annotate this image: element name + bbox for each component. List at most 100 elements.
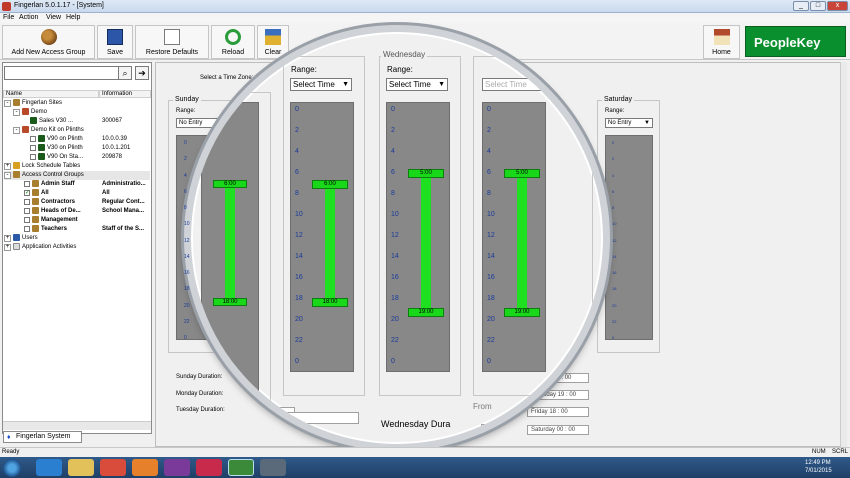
tree-node[interactable]: - Demo Kit on Plinths: [4, 126, 150, 135]
tuesday-field[interactable]: Tuesday 0: [249, 412, 359, 424]
tab-icon: ♦: [7, 434, 11, 441]
tree-node[interactable]: Admin Staff Administratio...: [4, 180, 150, 189]
ie-icon[interactable]: [36, 459, 62, 476]
explorer-icon[interactable]: [68, 459, 94, 476]
tree-node[interactable]: V30 on Plinth 10.0.1.201: [4, 144, 150, 153]
tree-node[interactable]: - Fingerlan Sites: [4, 99, 150, 108]
slider-tick-label: 20: [295, 316, 303, 323]
day2-select-time[interactable]: Select Time ▼: [290, 78, 352, 91]
thursday-bar: [517, 172, 527, 314]
tree-node[interactable]: Teachers Staff of the S...: [4, 225, 150, 234]
chrome-icon[interactable]: [100, 459, 126, 476]
floppy-disk-icon: [107, 29, 123, 45]
menu-help[interactable]: Help: [66, 14, 80, 21]
sunday-zoomed-end[interactable]: 18:00: [213, 298, 247, 306]
tree-node[interactable]: Sales V30 ... 300067: [4, 117, 150, 126]
slider-tick-label: 18: [295, 295, 303, 302]
slider-tick-label: 12: [295, 232, 303, 239]
horizontal-scrollbar[interactable]: [3, 421, 151, 430]
wednesday-select-time[interactable]: Select Time ▼: [386, 78, 448, 91]
device-icon: [38, 153, 45, 160]
wednesday-range-label: Range:: [387, 65, 413, 74]
day2-end[interactable]: 18:00: [312, 298, 348, 307]
slider-tick-label: 14: [295, 253, 303, 260]
day2-bar: [325, 182, 335, 304]
group-icon: [13, 171, 20, 178]
column-header-information[interactable]: Information: [99, 90, 151, 98]
sites-icon: [13, 99, 20, 106]
tab-fingerlan-system[interactable]: ♦ Fingerlan System: [3, 431, 82, 443]
slider-tick-label: 16: [487, 274, 495, 281]
slider-tick-label: 0: [391, 106, 395, 113]
users-icon: [13, 234, 20, 241]
save-button[interactable]: Save: [97, 25, 133, 59]
tree-node[interactable]: + Lock Schedule Tables: [4, 162, 150, 171]
slider-tick-label: 20: [184, 302, 190, 309]
slider-tick-label: 18: [184, 286, 190, 293]
thursday-start[interactable]: 5:00: [504, 169, 540, 178]
photo-icon[interactable]: [260, 459, 286, 476]
apps-icon[interactable]: [164, 459, 190, 476]
slider-tick-label: 12: [487, 232, 495, 239]
saturday-end-field[interactable]: Saturday 00 : 00: [527, 425, 589, 435]
day-zero-field[interactable]: day 00 : 00: [481, 424, 529, 436]
tree-node[interactable]: V90 On Sta... 209878: [4, 153, 150, 162]
tree-node[interactable]: + Application Activities: [4, 243, 150, 252]
sunday-zoomed-start[interactable]: 6:00: [213, 180, 247, 188]
device-icon: [30, 117, 37, 124]
home-button[interactable]: Home: [703, 25, 740, 59]
menu-file[interactable]: File: [3, 14, 14, 21]
slider-tick-label: 14: [184, 253, 190, 260]
slider-tick-label: 6: [612, 188, 615, 194]
restore-defaults-button[interactable]: Restore Defaults: [135, 25, 209, 59]
start-button-icon[interactable]: [3, 459, 21, 477]
tree-node[interactable]: + Users: [4, 234, 150, 243]
saturday-range-select[interactable]: No Entry ▼: [605, 118, 653, 128]
menu-view[interactable]: View: [46, 14, 61, 21]
thursday-end[interactable]: 19:00: [504, 308, 540, 317]
tree-node[interactable]: - Access Control Groups: [4, 171, 150, 180]
tree-node[interactable]: Management: [4, 216, 150, 225]
menu-action[interactable]: Action: [19, 14, 38, 21]
slider-tick-label: 8: [391, 190, 395, 197]
friday-end-field[interactable]: Friday 18 : 00: [527, 407, 589, 417]
scrl-indicator: SCRL: [832, 449, 849, 455]
add-access-group-button[interactable]: Add New Access Group: [2, 25, 95, 59]
column-header-name[interactable]: Name: [3, 90, 99, 98]
slider-tick-label: 4: [295, 148, 299, 155]
device-icon: [38, 144, 45, 151]
tree-node[interactable]: Contractors Regular Cont...: [4, 198, 150, 207]
wednesday-start[interactable]: 5:00: [408, 169, 444, 178]
thursday-select-time[interactable]: Select Time: [482, 78, 544, 91]
slider-tick-label: 18: [487, 295, 495, 302]
tree-node[interactable]: V90 on Plinth 10.0.0.39: [4, 135, 150, 144]
slider-tick-label: 0: [391, 358, 395, 365]
wednesday-end[interactable]: 19:00: [408, 308, 444, 317]
slider-tick-label: 4: [487, 148, 491, 155]
arrow-right-icon[interactable]: ➔: [135, 66, 149, 80]
close-button[interactable]: x: [827, 1, 848, 11]
tree-node[interactable]: Heads of De... School Mana...: [4, 207, 150, 216]
title-bar: Fingerlan 5.0.1.17 - [System] _ □ x: [0, 0, 850, 13]
outlook-icon[interactable]: [132, 459, 158, 476]
clear-button[interactable]: Clear: [257, 25, 289, 59]
tree-node[interactable]: ✓ All All: [4, 189, 150, 198]
fingerlan-task-icon[interactable]: [228, 459, 254, 476]
slider-tick-label: 20: [612, 302, 617, 308]
slider-tick-label: 18: [391, 295, 399, 302]
vertical-scrollbar[interactable]: [840, 62, 847, 447]
slider-tick-label: 16: [612, 270, 617, 275]
tree-search-input[interactable]: [4, 66, 132, 80]
slider-tick-label: 14: [487, 253, 495, 260]
tree-list: - Fingerlan Sites - Demo Sales V30 ... 3000…: [4, 99, 150, 252]
reload-button[interactable]: Reload: [211, 25, 255, 59]
app-icon-red[interactable]: [196, 459, 222, 476]
slider-tick-label: 10: [184, 221, 190, 228]
saturday-range-label: Range:: [605, 108, 625, 114]
search-icon[interactable]: ⌕: [118, 66, 132, 80]
maximize-button[interactable]: □: [810, 1, 826, 11]
minimize-button[interactable]: _: [793, 1, 809, 11]
person-icon: [32, 207, 39, 214]
day2-start[interactable]: 6:00: [312, 180, 348, 189]
tree-node[interactable]: - Demo: [4, 108, 150, 117]
